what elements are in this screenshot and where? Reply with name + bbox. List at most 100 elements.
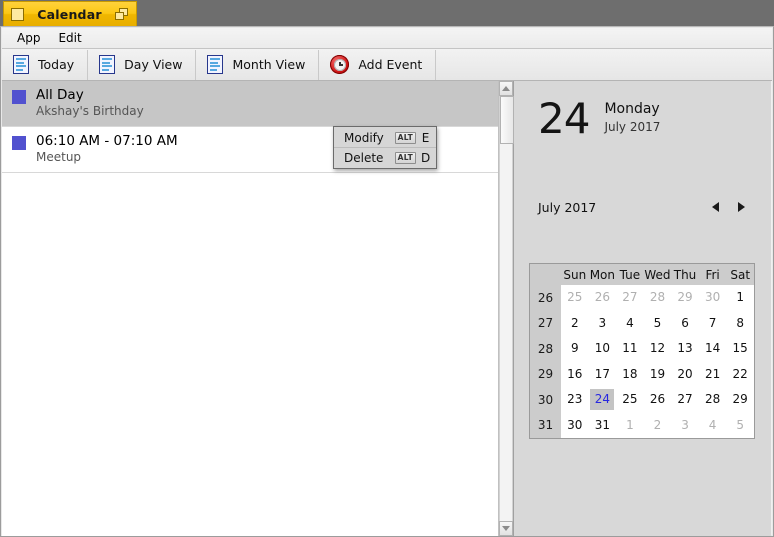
scrollbar-track[interactable]: [499, 96, 514, 521]
toolbar-button-month-view[interactable]: Month View: [196, 49, 320, 80]
calendar-day-cell[interactable]: 7: [699, 311, 727, 337]
calendar-day-cell[interactable]: 14: [699, 336, 727, 362]
window-tab-calendar[interactable]: Calendar: [3, 1, 137, 26]
calendar-day-cell[interactable]: 28: [644, 285, 672, 311]
calendar-day-cell[interactable]: 5: [644, 311, 672, 337]
triangle-left-icon[interactable]: [702, 198, 728, 216]
calendar-day-cell[interactable]: 21: [699, 362, 727, 388]
calendar-day-cell[interactable]: 15: [726, 336, 754, 362]
menu-item-app[interactable]: App: [8, 29, 49, 47]
document-icon: [99, 55, 116, 74]
calendar-day-cell[interactable]: 22: [726, 362, 754, 388]
calendar-day-cell[interactable]: 2: [644, 413, 672, 439]
calendar-day-number: 30: [704, 290, 721, 305]
event-color-swatch: [12, 136, 26, 150]
toolbar-label-add-event: Add Event: [358, 57, 423, 72]
calendar-day-number: 25: [567, 290, 583, 305]
calendar-day-cell[interactable]: 11: [616, 336, 644, 362]
event-list-scrollbar[interactable]: [498, 81, 514, 536]
scroll-down-arrow-icon[interactable]: [499, 521, 513, 536]
calendar-day-number: 29: [732, 392, 748, 407]
calendar-day-cell[interactable]: 25: [616, 387, 644, 413]
menu-item-edit[interactable]: Edit: [49, 29, 90, 47]
calendar-day-number: 11: [622, 341, 638, 356]
context-menu-item-modify[interactable]: Modify ALT E: [334, 128, 436, 148]
calendar-day-number: 27: [677, 392, 693, 407]
calendar-day-number: 17: [594, 366, 610, 381]
week-number: 29: [530, 361, 561, 387]
menu-bar: App Edit: [2, 28, 772, 49]
context-menu-label-modify: Modify: [344, 130, 384, 145]
calendar-day-cell[interactable]: 27: [616, 285, 644, 311]
calendar-day-cell[interactable]: 5: [726, 413, 754, 439]
toolbar-label-today: Today: [38, 57, 75, 72]
list-item[interactable]: All Day Akshay's Birthday: [2, 81, 498, 127]
calendar-day-cell[interactable]: 8: [726, 311, 754, 337]
mini-calendar: Sun Mon Tue Wed Thu Fri Sat 26 25 26 27 28 29…: [529, 263, 755, 439]
calendar-day-number: 9: [570, 341, 579, 356]
calendar-day-number: 27: [622, 290, 638, 305]
calendar-day-cell[interactable]: 30: [561, 413, 589, 439]
calendar-day-cell[interactable]: 31: [589, 413, 617, 439]
calendar-day-cell[interactable]: 6: [671, 311, 699, 337]
calendar-day-cell[interactable]: 29: [671, 285, 699, 311]
calendar-day-cell[interactable]: 29: [726, 387, 754, 413]
calendar-day-cell[interactable]: 2: [561, 311, 589, 337]
toolbar-button-today[interactable]: Today: [2, 49, 89, 80]
weekday-header: Mon: [588, 264, 617, 285]
context-menu-item-delete[interactable]: Delete ALT D: [334, 148, 436, 167]
calendar-day-cell[interactable]: 19: [644, 362, 672, 388]
weekday-header: Fri: [698, 264, 727, 285]
calendar-day-cell[interactable]: 10: [589, 336, 617, 362]
title-bar: Calendar: [0, 0, 774, 26]
calendar-day-number: 4: [626, 315, 634, 330]
calendar-day-cell[interactable]: 18: [616, 362, 644, 388]
calendar-day-cell[interactable]: 16: [561, 362, 589, 388]
calendar-day-cell[interactable]: 24: [589, 387, 617, 413]
calendar-day-number: 2: [570, 315, 579, 330]
calendar-day-cell[interactable]: 28: [699, 387, 727, 413]
calendar-day-cell[interactable]: 17: [589, 362, 617, 388]
calendar-day-cell[interactable]: 30: [699, 285, 727, 311]
calendar-day-cell[interactable]: 3: [589, 311, 617, 337]
calendar-day-number: 15: [732, 341, 748, 356]
mini-calendar-week-row: 26 25 26 27 28 29 30 1: [530, 285, 754, 311]
week-number: 28: [530, 336, 561, 362]
calendar-day-cell[interactable]: 1: [726, 285, 754, 311]
calendar-day-cell[interactable]: 26: [644, 387, 672, 413]
calendar-day-cell[interactable]: 27: [671, 387, 699, 413]
alt-key-badge: ALT: [394, 131, 416, 144]
restore-windows-icon[interactable]: [115, 7, 129, 21]
month-nav-label: July 2017: [538, 199, 597, 215]
document-icon: [13, 55, 29, 74]
mini-calendar-body: 26 25 26 27 28 29 30 1 27 2 3 4 5 6 7 8 28 9 10 11 12 13 14 15 2…: [530, 285, 754, 438]
calendar-day-cell[interactable]: 26: [589, 285, 617, 311]
calendar-day-cell[interactable]: 13: [671, 336, 699, 362]
toolbar-button-add-event[interactable]: Add Event: [319, 49, 437, 80]
calendar-day-number: 30: [567, 417, 583, 432]
calendar-day-cell[interactable]: 4: [699, 413, 727, 439]
weekday-name: Monday: [604, 101, 660, 117]
calendar-day-cell[interactable]: 12: [644, 336, 672, 362]
calendar-day-cell[interactable]: 1: [616, 413, 644, 439]
scrollbar-thumb[interactable]: [500, 96, 514, 144]
calendar-day-number: 19: [649, 366, 666, 381]
calendar-day-cell[interactable]: 9: [561, 336, 589, 362]
calendar-day-cell[interactable]: 3: [671, 413, 699, 439]
scroll-up-arrow-icon[interactable]: [499, 81, 513, 96]
calendar-day-cell[interactable]: 25: [561, 285, 589, 311]
weekday-header: Thu: [671, 264, 699, 285]
calendar-day-cell[interactable]: 23: [561, 387, 589, 413]
context-menu: Modify ALT E Delete ALT D: [333, 126, 437, 169]
day-meta: Monday July 2017: [604, 98, 660, 135]
calendar-day-number: 7: [708, 315, 717, 330]
calendar-day-number: 20: [677, 366, 693, 381]
context-menu-accel-modify: ALT E: [394, 131, 430, 145]
calendar-day-number: 26: [594, 290, 610, 305]
calendar-day-cell[interactable]: 4: [616, 311, 644, 337]
calendar-day-number: 18: [622, 366, 638, 381]
calendar-day-cell[interactable]: 20: [671, 362, 699, 388]
triangle-right-icon[interactable]: [728, 198, 754, 216]
toolbar-button-day-view[interactable]: Day View: [88, 49, 197, 80]
calendar-day-number: 5: [736, 417, 744, 432]
